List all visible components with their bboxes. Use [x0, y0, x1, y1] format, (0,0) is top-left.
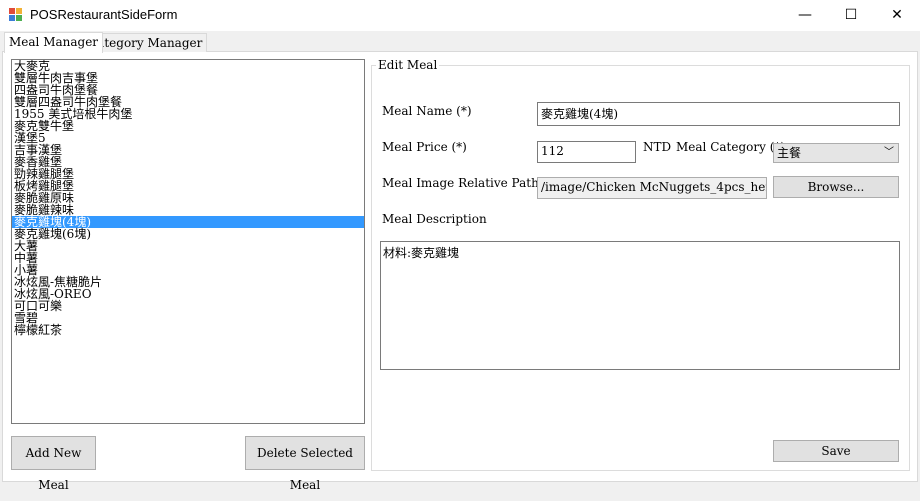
meal-listbox[interactable]: 大麥克 雙層牛肉吉事堡 四盎司牛肉堡餐 雙層四盎司牛肉堡餐 1955 美式培根牛肉堡 麥克… — [11, 59, 365, 424]
browse-button[interactable]: Browse... — [773, 176, 899, 198]
list-item[interactable]: 漢堡5 — [12, 132, 364, 144]
list-item[interactable]: 吉事漢堡 — [12, 144, 364, 156]
tab-meal-manager[interactable]: Meal Manager — [4, 32, 104, 53]
meal-image-path-label: Meal Image Relative Path (*) — [382, 176, 558, 190]
delete-selected-meal-button[interactable]: Delete Selected Meal — [245, 436, 365, 492]
meal-category-select[interactable]: 主餐 ﹀ — [773, 143, 899, 163]
window-title: POSRestaurantSideForm — [30, 7, 178, 22]
edit-meal-group-title: Edit Meal — [376, 58, 440, 72]
currency-label: NTD — [643, 140, 672, 154]
meal-category-value: 主餐 — [777, 146, 802, 160]
list-item[interactable]: 檸檬紅茶 — [12, 324, 364, 336]
meal-image-path-input[interactable]: /image/Chicken McNuggets_4pcs_hero.png — [537, 177, 767, 199]
list-item[interactable]: 中薯 — [12, 252, 364, 264]
close-button[interactable]: ✕ — [874, 0, 920, 31]
meal-name-input[interactable]: 麥克雞塊(4塊) — [537, 102, 900, 126]
list-item[interactable]: 雪碧 — [12, 312, 364, 324]
add-new-meal-button[interactable]: Add New Meal — [11, 436, 96, 492]
maximize-button[interactable]: ☐ — [828, 0, 874, 31]
meal-price-input[interactable]: 112 — [537, 141, 636, 163]
meal-price-label: Meal Price (*) — [382, 140, 467, 154]
chevron-down-icon: ﹀ — [884, 147, 894, 158]
list-item[interactable]: 可口可樂 — [12, 300, 364, 312]
title-bar: POSRestaurantSideForm — ☐ ✕ — [0, 0, 920, 31]
meal-name-label: Meal Name (*) — [382, 104, 472, 118]
list-item[interactable]: 冰炫風-OREO — [12, 288, 364, 300]
save-button[interactable]: Save — [773, 440, 899, 462]
list-item[interactable]: 麥克雞塊(6塊) — [12, 228, 364, 240]
minimize-button[interactable]: — — [782, 0, 828, 31]
meal-category-label: Meal Category (*) — [676, 140, 786, 154]
meal-description-label: Meal Description — [382, 212, 487, 226]
app-icon — [9, 8, 23, 22]
list-item[interactable]: 麥克雙牛堡 — [12, 120, 364, 132]
meal-description-textarea[interactable]: 材料:麥克雞塊 — [380, 241, 900, 370]
list-item[interactable]: 大薯 — [12, 240, 364, 252]
